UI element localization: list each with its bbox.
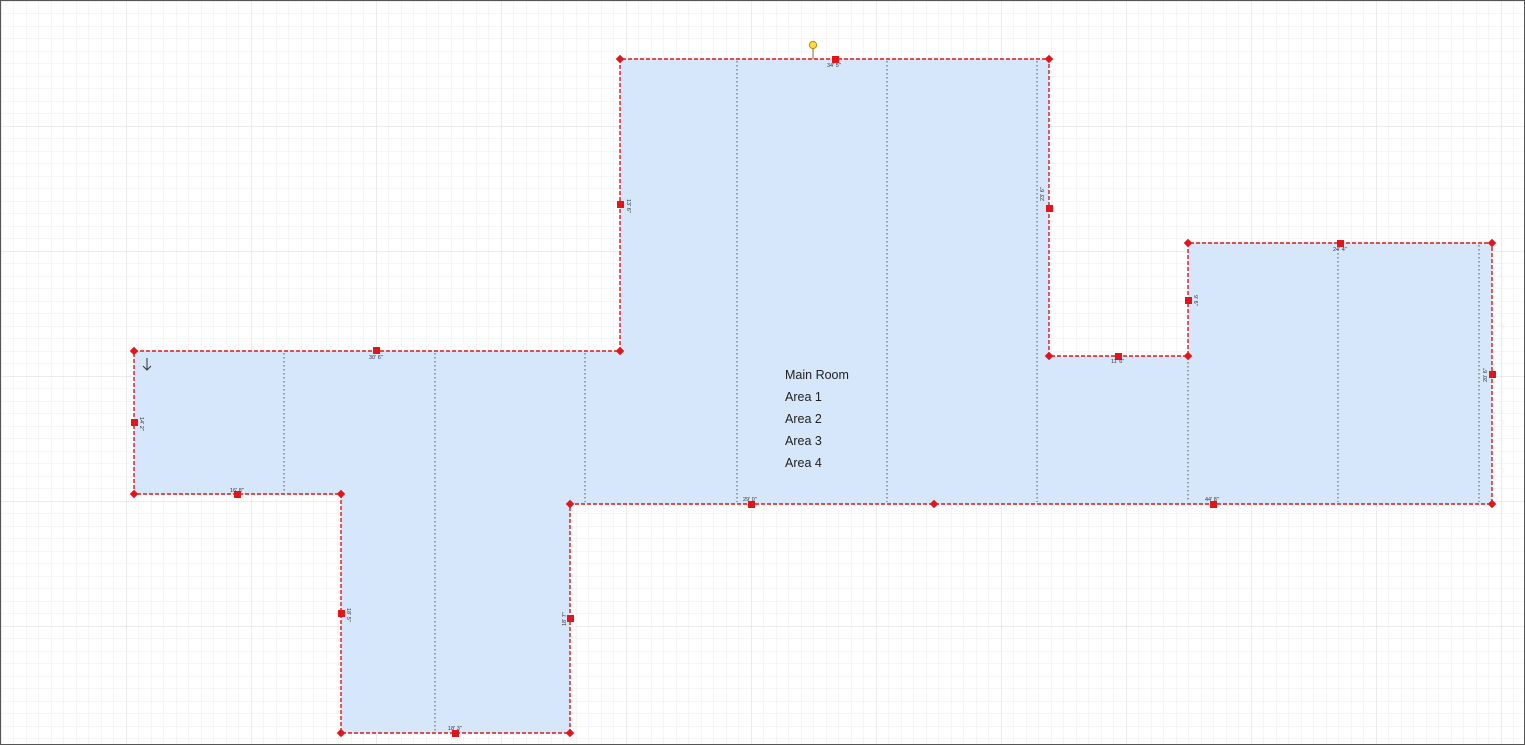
- dim-bottom-right-side: 18' 7": [562, 612, 568, 626]
- edge-handle[interactable]: [832, 56, 839, 63]
- edge-handle[interactable]: [617, 201, 624, 208]
- dim-upper-left: 13' 6": [625, 199, 631, 213]
- floorplan-canvas[interactable]: 34' 5" 13' 6" 23' 6" 30' 6" 14' 2" 16' 8…: [0, 0, 1525, 745]
- dim-upper-right: 23' 6": [1040, 187, 1046, 201]
- area-label-2: Area 2: [785, 412, 822, 426]
- area-label-1: Area 1: [785, 390, 822, 404]
- edge-handle[interactable]: [1489, 371, 1496, 378]
- dim-bottom-left-side: 18' 5": [345, 608, 351, 622]
- dim-left-top: 30' 6": [369, 355, 383, 361]
- dim-right-top: 24' 4": [1333, 247, 1347, 253]
- dim-bottom: 18' 3": [448, 726, 462, 732]
- edge-handle[interactable]: [567, 615, 574, 622]
- area-label-4: Area 4: [785, 456, 822, 470]
- dim-mid-bottom: 29' 0": [743, 497, 757, 503]
- edge-handle[interactable]: [1046, 205, 1053, 212]
- floorplan-svg[interactable]: 34' 5" 13' 6" 23' 6" 30' 6" 14' 2" 16' 8…: [1, 1, 1524, 744]
- dim-notch: 11' 6": [1111, 359, 1124, 365]
- edge-handle[interactable]: [1337, 240, 1344, 247]
- edge-handle[interactable]: [131, 419, 138, 426]
- dim-left-bottom: 16' 8": [230, 488, 244, 494]
- dim-right-side: 20' 6": [1483, 368, 1489, 382]
- edge-handle[interactable]: [1185, 297, 1192, 304]
- area-label-3: Area 3: [785, 434, 822, 448]
- dim-left-side: 14' 2": [138, 417, 144, 431]
- dim-right-notch-side: 9' 6": [1192, 295, 1198, 306]
- dim-top: 34' 5": [827, 63, 841, 69]
- edge-handle[interactable]: [338, 610, 345, 617]
- edge-handle[interactable]: [373, 347, 380, 354]
- room-name: Main Room: [785, 368, 849, 382]
- dim-right-bottom: 44' 8": [1205, 497, 1219, 503]
